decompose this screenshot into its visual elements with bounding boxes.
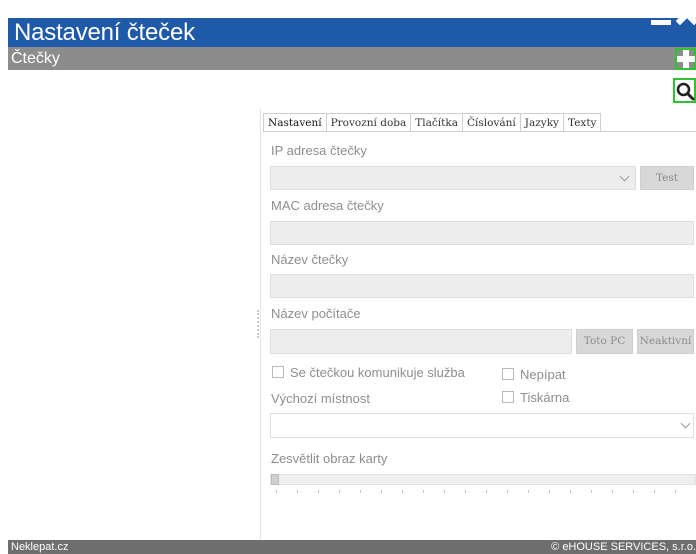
ip-address-select[interactable] — [270, 166, 636, 190]
slider-tick — [549, 490, 550, 493]
slider-tick — [486, 490, 487, 493]
brighten-card-label: Zesvětlit obraz karty — [271, 451, 388, 466]
computer-name-label: Název počítače — [271, 306, 361, 321]
brighten-slider-track[interactable] — [270, 474, 696, 485]
plus-icon[interactable] — [675, 48, 696, 70]
minimize-icon[interactable] — [651, 20, 671, 25]
computer-name-field[interactable] — [270, 329, 572, 354]
reader-name-field[interactable] — [270, 274, 694, 298]
tab-tlacitka[interactable]: Tlačítka — [411, 113, 463, 132]
test-button[interactable]: Test — [640, 166, 694, 190]
search-icon[interactable] — [673, 78, 696, 103]
slider-tick — [633, 490, 634, 493]
slider-ticks — [276, 490, 696, 494]
window-titlebar: Nastavení čteček — [8, 18, 696, 47]
slider-tick — [675, 490, 676, 493]
slider-tick — [318, 490, 319, 493]
service-checkbox-label: Se čtečkou komunikuje služba — [290, 365, 465, 380]
slider-tick — [339, 490, 340, 493]
tab-jazyky[interactable]: Jazyky — [520, 113, 564, 132]
tab-cislovani[interactable]: Číslování — [462, 113, 521, 132]
settings-tabs: Nastavení Provozní doba Tlačítka Číslová… — [263, 113, 602, 132]
slider-tick — [591, 490, 592, 493]
slider-tick — [612, 490, 613, 493]
slider-tick — [507, 490, 508, 493]
section-title: Čtečky — [11, 50, 60, 67]
tab-provozni-doba[interactable]: Provozní doba — [326, 113, 412, 132]
footer: Neklepat.cz © eHOUSE SERVICES, s.r.o. — [8, 540, 696, 554]
nepipat-checkbox[interactable] — [502, 368, 514, 380]
slider-tick — [465, 490, 466, 493]
tab-texty[interactable]: Texty — [564, 113, 602, 132]
printer-checkbox-label: Tiskárna — [520, 390, 570, 405]
slider-tick — [381, 490, 382, 493]
printer-checkbox[interactable] — [502, 391, 514, 403]
slider-tick — [276, 490, 277, 493]
ip-address-label: IP adresa čtečky — [271, 143, 367, 158]
nepipat-checkbox-label: Nepípat — [520, 367, 566, 382]
slider-tick — [297, 490, 298, 493]
footer-copyright: © eHOUSE SERVICES, s.r.o. — [551, 541, 696, 553]
tab-nastaveni[interactable]: Nastavení — [263, 113, 327, 132]
slider-tick — [528, 490, 529, 493]
slider-tick — [402, 490, 403, 493]
mac-address-label: MAC adresa čtečky — [271, 198, 384, 213]
slider-tick — [570, 490, 571, 493]
close-icon[interactable] — [676, 3, 696, 25]
service-checkbox[interactable] — [272, 366, 284, 378]
this-pc-button[interactable]: Toto PC — [576, 329, 633, 354]
slider-tick — [654, 490, 655, 493]
slider-tick — [423, 490, 424, 493]
footer-brand: Neklepat.cz — [11, 541, 69, 553]
default-room-label: Výchozí místnost — [271, 391, 370, 406]
tab-divider — [263, 131, 696, 132]
slider-tick — [360, 490, 361, 493]
resize-grip[interactable] — [257, 310, 259, 338]
slider-tick — [444, 490, 445, 493]
default-room-select[interactable] — [270, 413, 694, 438]
mac-address-field[interactable] — [270, 221, 694, 245]
reader-name-label: Název čtečky — [271, 252, 349, 267]
window-title: Nastavení čteček — [14, 19, 195, 46]
inactive-button[interactable]: Neaktivní — [637, 329, 694, 354]
readers-section-header: Čtečky — [8, 47, 696, 70]
brighten-slider-handle[interactable] — [271, 474, 279, 485]
